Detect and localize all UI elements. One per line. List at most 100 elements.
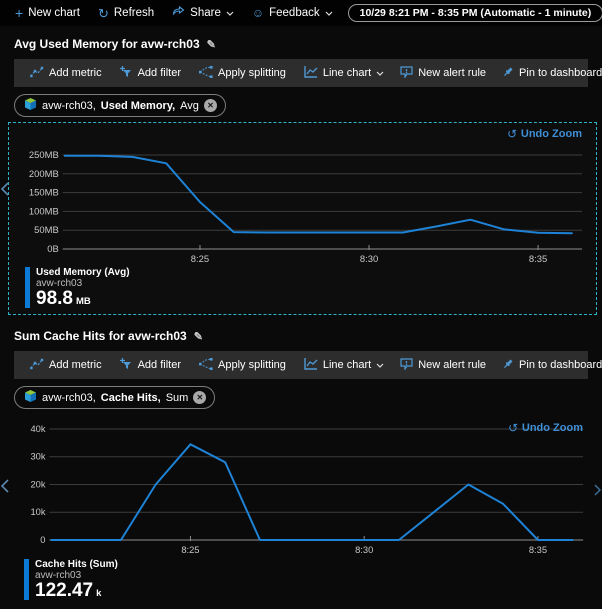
undo-icon: ↻ — [507, 127, 517, 141]
refresh-icon: ↻ — [98, 7, 109, 20]
pill-aggregation: Avg — [180, 100, 199, 112]
remove-metric-icon[interactable]: ✕ — [193, 391, 206, 404]
svg-text:30k: 30k — [30, 451, 45, 462]
apply-splitting-label: Apply splitting — [218, 359, 286, 371]
pill-resource: avw-rch03, — [42, 392, 96, 404]
add-filter-label: Add filter — [138, 67, 181, 79]
pill-aggregation: Sum — [166, 392, 189, 404]
plus-icon: + — [15, 6, 23, 20]
pin-to-dashboard-label: Pin to dashboard — [519, 67, 602, 79]
new-alert-rule-label: New alert rule — [418, 67, 486, 79]
collapse-left-chevron-icon[interactable] — [1, 479, 9, 498]
svg-text:8:30: 8:30 — [355, 544, 373, 555]
edit-title-icon[interactable]: ✎ — [194, 330, 203, 343]
legend-value: 122.47 — [35, 581, 93, 600]
apply-splitting-icon — [199, 358, 213, 373]
svg-text:150MB: 150MB — [29, 188, 59, 199]
svg-text:100MB: 100MB — [29, 206, 59, 217]
undo-zoom-button[interactable]: ↻ Undo Zoom — [507, 127, 582, 141]
chart-canvas[interactable]: 0B50MB100MB150MB200MB250MB8:258:308:35 — [15, 129, 590, 265]
new-alert-rule-button[interactable]: New alert rule — [393, 355, 493, 376]
chart2-legend-item[interactable]: Cache Hits (Sum) avw-rch03 122.47 k — [24, 559, 591, 600]
line-chart-icon — [304, 66, 318, 81]
chart2-toolbar: Add metric Add filter Apply splitting Li… — [14, 351, 588, 379]
undo-zoom-label: Undo Zoom — [521, 128, 582, 140]
apply-splitting-button[interactable]: Apply splitting — [192, 355, 293, 376]
top-command-bar: + New chart ↻ Refresh Share ☺ Feedback 1… — [0, 0, 602, 26]
chart-canvas[interactable]: 010k20k30k40k8:258:308:35 — [14, 415, 591, 555]
chart2-title: Sum Cache Hits for avw-rch03 — [14, 329, 187, 343]
add-filter-button[interactable]: Add filter — [113, 355, 188, 376]
svg-text:0B: 0B — [47, 244, 59, 255]
add-metric-icon — [30, 66, 44, 81]
svg-text:50MB: 50MB — [34, 225, 59, 236]
pin-to-dashboard-label: Pin to dashboard — [519, 359, 602, 371]
alert-rule-icon — [400, 66, 413, 81]
chart-type-dropdown[interactable]: Line chart — [297, 63, 391, 84]
chart1-legend-item[interactable]: Used Memory (Avg) avw-rch03 98.8 MB — [25, 267, 590, 308]
chart2-pill-row: avw-rch03, Cache Hits, Sum ✕ — [14, 386, 602, 409]
svg-text:250MB: 250MB — [29, 150, 59, 161]
add-filter-button[interactable]: Add filter — [113, 63, 188, 84]
chart1-wrap: ↻ Undo Zoom 0B 50MB 100MB 150MB 200MB 250MB 8:… — [0, 122, 602, 315]
pin-icon — [502, 358, 514, 373]
refresh-label: Refresh — [114, 7, 154, 19]
svg-text:8:25: 8:25 — [181, 544, 199, 555]
chevron-down-icon — [376, 359, 384, 371]
svg-text:8:35: 8:35 — [529, 544, 547, 555]
time-range-picker[interactable]: 10/29 8:21 PM - 8:35 PM (Automatic - 1 m… — [348, 4, 602, 22]
pin-to-dashboard-button[interactable]: Pin to dashboard — [495, 63, 602, 84]
chevron-down-icon — [226, 7, 234, 19]
svg-text:200MB: 200MB — [29, 169, 59, 180]
legend-value: 98.8 — [36, 289, 73, 308]
smiley-icon: ☺ — [252, 7, 264, 19]
metrics-page: + New chart ↻ Refresh Share ☺ Feedback 1… — [0, 0, 602, 609]
legend-color-bar — [24, 559, 29, 600]
apply-splitting-icon — [199, 66, 213, 81]
metric-pill[interactable]: avw-rch03, Used Memory, Avg ✕ — [14, 94, 226, 117]
svg-text:20k: 20k — [30, 478, 45, 489]
add-metric-label: Add metric — [49, 67, 102, 79]
resource-cube-icon — [24, 98, 37, 113]
svg-text:8:35: 8:35 — [529, 254, 547, 265]
expand-right-chevron-icon[interactable] — [594, 483, 601, 501]
undo-icon: ↻ — [508, 421, 518, 435]
refresh-button[interactable]: ↻ Refresh — [91, 5, 161, 22]
new-chart-button[interactable]: + New chart — [8, 4, 87, 22]
apply-splitting-button[interactable]: Apply splitting — [192, 63, 293, 84]
remove-metric-icon[interactable]: ✕ — [204, 99, 217, 112]
chevron-down-icon — [376, 67, 384, 79]
legend-series-name: Used Memory (Avg) — [36, 267, 130, 278]
svg-text:0: 0 — [40, 534, 45, 545]
chart1-toolbar-right: Line chart New alert rule Pin to dashboa… — [297, 63, 602, 84]
chart1-title: Avg Used Memory for avw-rch03 — [14, 37, 200, 51]
undo-zoom-label: Undo Zoom — [522, 422, 583, 434]
collapse-left-chevron-icon[interactable] — [1, 182, 9, 201]
new-chart-label: New chart — [28, 7, 80, 19]
svg-text:40k: 40k — [30, 423, 45, 434]
add-filter-icon — [120, 358, 133, 373]
feedback-button[interactable]: ☺ Feedback — [245, 5, 340, 21]
add-metric-button[interactable]: Add metric — [23, 355, 109, 376]
pin-icon — [502, 66, 514, 81]
pill-metric: Cache Hits, — [101, 392, 161, 404]
legend-unit: k — [96, 588, 101, 600]
pill-metric: Used Memory, — [101, 100, 175, 112]
svg-text:8:25: 8:25 — [191, 254, 209, 265]
line-chart-icon — [304, 358, 318, 373]
metric-pill[interactable]: avw-rch03, Cache Hits, Sum ✕ — [14, 386, 215, 409]
chart1-header: Avg Used Memory for avw-rch03 ✎ — [14, 37, 602, 51]
resource-cube-icon — [24, 390, 37, 405]
undo-zoom-button[interactable]: ↻ Undo Zoom — [508, 421, 583, 435]
chart-type-dropdown[interactable]: Line chart — [297, 355, 391, 376]
edit-title-icon[interactable]: ✎ — [207, 38, 216, 51]
feedback-label: Feedback — [269, 7, 320, 19]
share-button[interactable]: Share — [165, 4, 241, 23]
add-metric-button[interactable]: Add metric — [23, 63, 109, 84]
pin-to-dashboard-button[interactable]: Pin to dashboard — [495, 355, 602, 376]
chart-type-label: Line chart — [323, 359, 371, 371]
new-alert-rule-button[interactable]: New alert rule — [393, 63, 493, 84]
new-alert-rule-label: New alert rule — [418, 359, 486, 371]
pill-resource: avw-rch03, — [42, 100, 96, 112]
chart1-zoomed-panel: ↻ Undo Zoom 0B 50MB 100MB 150MB 200MB 250MB 8:… — [8, 122, 597, 315]
